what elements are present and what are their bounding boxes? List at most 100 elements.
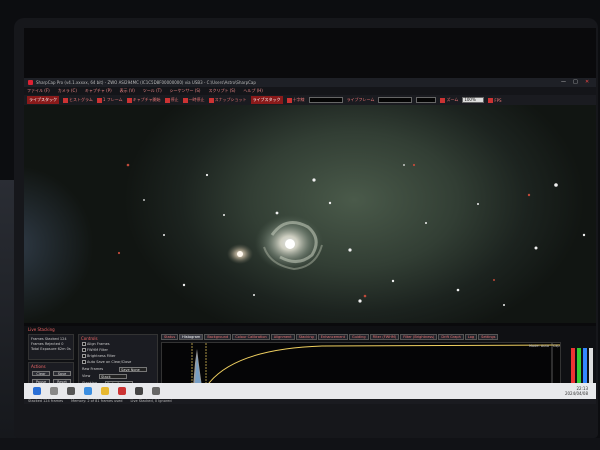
main-toolbar: ライブスタック ヒストグラム 1 フレーム キャプチャ開始 停止 一時停止 スナ… (24, 95, 596, 105)
live-stack-button-label: ライブスタック (252, 97, 281, 102)
sharpcap-app-icon (28, 80, 33, 85)
live-stack-toolbar-button[interactable]: ライブスタック (27, 96, 59, 104)
raw-frames-label: Raw Frames (82, 367, 104, 371)
clear-button[interactable]: Clear (32, 371, 50, 376)
tab-filter-fwhm[interactable]: Filter (FWHM) (369, 334, 400, 340)
menu-camera[interactable]: カメラ (C) (58, 88, 77, 94)
edge-browser-icon[interactable] (84, 387, 92, 395)
minimize-icon[interactable]: — (561, 80, 566, 85)
fps-label: FPS (494, 97, 502, 103)
view-label: View (82, 374, 91, 378)
framing-button[interactable]: 十字線 (286, 97, 305, 103)
record-icon (126, 97, 132, 103)
sharpcap-taskbar-icon[interactable] (118, 387, 126, 395)
menu-view[interactable]: 表示 (V) (120, 88, 135, 94)
menu-scripting[interactable]: スクリプト (S) (208, 88, 235, 94)
tab-background[interactable]: Background (204, 334, 232, 340)
brightness-filter-control[interactable]: Brightness Filter (82, 354, 115, 358)
blue-level-bar[interactable] (583, 348, 587, 386)
fwhm-filter-checkbox[interactable] (82, 348, 86, 352)
tab-status[interactable]: Status (161, 334, 179, 340)
zoom-label: ズーム (446, 97, 459, 102)
capture-single-button[interactable]: 1 フレーム (96, 97, 123, 103)
live-stack-panel-title: Live Stacking (28, 327, 55, 332)
tab-stacking[interactable]: Stacking (295, 334, 317, 340)
memory-status: Memory: 2 of 81 frames used (71, 399, 123, 403)
align-frames-control[interactable]: Align Frames (82, 342, 110, 346)
pause-label: 一時停止 (188, 97, 205, 102)
tab-alignment[interactable]: Alignment (270, 334, 295, 340)
zoom-select[interactable]: 100% (462, 97, 485, 103)
fwhm-filter-control[interactable]: FWHM Filter (82, 348, 108, 352)
tab-drift-graph[interactable]: Drift Graph (438, 334, 464, 340)
align-frames-checkbox[interactable] (82, 342, 86, 346)
raw-frames-row: Raw Frames (82, 367, 103, 371)
frames-stacked-value: 124 (59, 337, 67, 341)
menu-file[interactable]: ファイル (F) (27, 88, 50, 94)
auto-save-control[interactable]: Auto Save on Clear/Close (82, 360, 131, 364)
brightness-filter-checkbox[interactable] (82, 354, 86, 358)
maximize-icon[interactable]: □ (573, 80, 578, 85)
tab-filter-brightness[interactable]: Filter (Brightness) (400, 334, 438, 340)
view-select[interactable]: Stack (99, 374, 127, 379)
stretch-curve (205, 344, 560, 388)
search-icon[interactable] (50, 387, 58, 395)
menu-capture[interactable]: キャプチャ (P) (85, 88, 112, 94)
snapshot-button[interactable]: スナップショット (208, 97, 247, 103)
windows-start-icon[interactable] (33, 387, 41, 395)
tab-enhancement[interactable]: Enhancement (317, 334, 349, 340)
snapshot-icon (208, 97, 214, 103)
fps-icon (488, 97, 494, 103)
live-frame-dropdown[interactable] (378, 97, 413, 103)
start-capture-label: キャプチャ開始 (132, 97, 161, 102)
image-viewport[interactable] (24, 105, 596, 323)
luminance-level-bar[interactable] (589, 348, 593, 386)
settings-icon[interactable] (152, 387, 160, 395)
histogram-button[interactable]: ヒストグラム (63, 97, 93, 103)
mode-label: Mode: Auto (529, 344, 549, 348)
live-stack-label: ライブスタック (29, 97, 57, 102)
green-level-bar[interactable] (577, 348, 581, 386)
system-clock[interactable]: 22:13 2024/04/08 (565, 386, 588, 396)
start-capture-button[interactable]: キャプチャ開始 (126, 97, 161, 103)
clip-label[interactable]: Clip (553, 344, 560, 348)
total-exposure-value: 62m 0s (57, 347, 71, 351)
tab-log[interactable]: Log (464, 334, 478, 340)
red-level-bar[interactable] (571, 348, 575, 386)
spiral-galaxy (255, 215, 323, 271)
frames-rejected-value: 0 (61, 342, 64, 346)
close-icon[interactable]: ✕ (585, 80, 590, 85)
laptop-screen: SharpCap Pro (v4.1.xxxxx, 64 bit) - ZWO … (24, 28, 596, 404)
save-button[interactable]: Save (53, 371, 71, 376)
window-titlebar: SharpCap Pro (v4.1.xxxxx, 64 bit) - ZWO … (24, 78, 596, 87)
snapshot-label: スナップショット (214, 97, 247, 102)
tab-histogram[interactable]: Histogram (179, 334, 204, 340)
auto-save-checkbox[interactable] (82, 360, 86, 364)
tab-settings[interactable]: Settings (478, 334, 499, 340)
brightness-filter-label: Brightness Filter (87, 354, 116, 358)
store-icon[interactable] (135, 387, 143, 395)
stop-label: 停止 (170, 97, 179, 102)
file-explorer-icon[interactable] (101, 387, 109, 395)
framing-dropdown[interactable] (308, 97, 343, 103)
live-stack-button[interactable]: ライブスタック (250, 96, 283, 104)
tab-guiding[interactable]: Guiding (349, 334, 369, 340)
stop-icon (164, 97, 170, 103)
live-frame-label: ライブフレーム (346, 97, 375, 102)
stop-button[interactable]: 停止 (164, 97, 179, 103)
fwhm-filter-label: FWHM Filter (87, 348, 108, 352)
capture-single-label: 1 フレーム (102, 97, 123, 102)
tab-colour-calibration[interactable]: Colour Calibration (232, 334, 270, 340)
target-dropdown[interactable] (416, 97, 437, 103)
menu-help[interactable]: ヘルプ (H) (243, 88, 262, 94)
status-text: Stacked 124 frames (28, 399, 64, 403)
raw-frames-select[interactable]: Save None (119, 367, 147, 372)
fps-readout: FPS (488, 97, 502, 103)
menu-tools[interactable]: ツール (T) (143, 88, 162, 94)
menu-sequencer[interactable]: シーケンサー (S) (170, 88, 201, 94)
task-view-icon[interactable] (67, 387, 75, 395)
controls-group: Controls Align Frames FWHM Filter Bright… (78, 334, 158, 390)
stack-statistics: Frames Stacked 124 Frames Rejected 0 Tot… (28, 334, 74, 360)
histogram-icon (63, 97, 68, 103)
pause-button[interactable]: 一時停止 (182, 97, 205, 103)
